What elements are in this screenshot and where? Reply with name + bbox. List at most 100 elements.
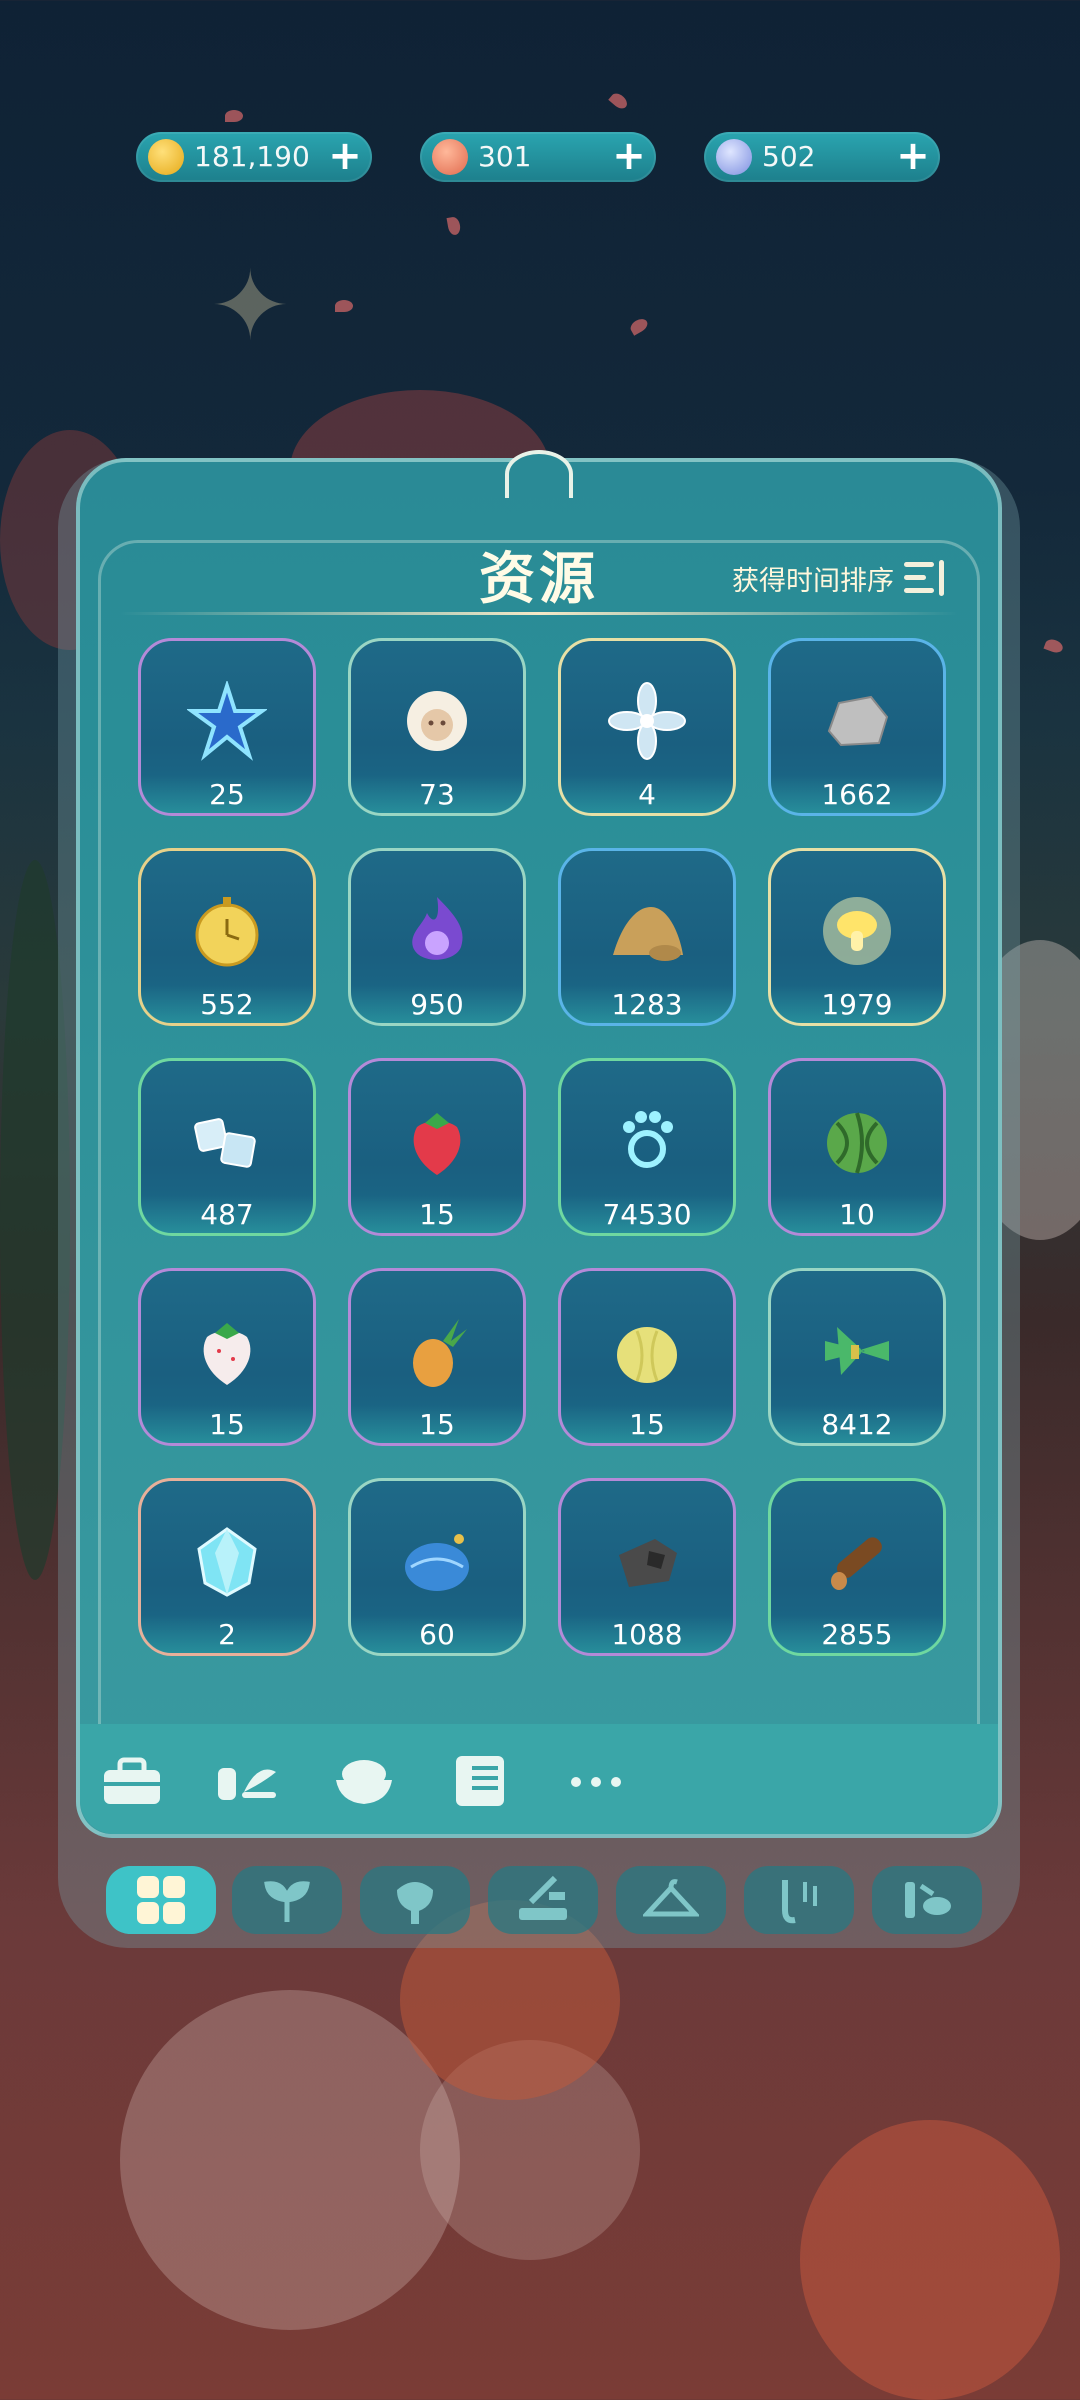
petal-decoration xyxy=(225,110,243,122)
tab-clothing[interactable] xyxy=(616,1866,726,1934)
stone-icon xyxy=(827,695,889,747)
grass-bundle-icon xyxy=(825,1327,889,1375)
resource-tile[interactable]: 552 xyxy=(138,848,316,1026)
sand-pile-icon xyxy=(613,907,683,961)
star-crystal-icon xyxy=(187,681,267,761)
item-count: 15 xyxy=(419,1198,455,1231)
item-count: 950 xyxy=(410,988,464,1021)
category-bar xyxy=(80,1724,998,1834)
resource-tile[interactable]: 74530 xyxy=(558,1058,736,1236)
music-icon xyxy=(782,1880,817,1924)
resource-tile[interactable]: 2 xyxy=(138,1478,316,1656)
title-divider xyxy=(120,612,958,615)
strawberry-icon xyxy=(413,1113,461,1175)
add-flower-gem-button[interactable]: + xyxy=(612,136,646,176)
item-count: 1088 xyxy=(611,1618,683,1651)
fish-tool-icon xyxy=(905,1882,951,1918)
resource-tile[interactable]: 25 xyxy=(138,638,316,816)
resource-tile[interactable]: 15 xyxy=(138,1268,316,1446)
petal-decoration xyxy=(335,300,353,312)
item-count: 73 xyxy=(419,778,455,811)
flower-gem-value: 301 xyxy=(478,140,532,173)
item-count: 2855 xyxy=(821,1618,893,1651)
item-count: 74530 xyxy=(602,1198,692,1231)
wood-log-icon xyxy=(831,1537,882,1590)
crystal-flower-icon xyxy=(608,682,686,760)
tab-music[interactable] xyxy=(744,1866,854,1934)
sparkle-icon: ✦ xyxy=(210,250,291,362)
resource-tile[interactable]: 950 xyxy=(348,848,526,1026)
hanger-icon xyxy=(643,1879,699,1917)
gold-coin-value: 181,190 xyxy=(194,140,310,173)
melon-icon xyxy=(617,1327,677,1383)
resource-tile[interactable]: 1088 xyxy=(558,1478,736,1656)
food-bowl-icon[interactable] xyxy=(330,1752,398,1810)
bg-flower-white xyxy=(420,2040,640,2260)
ice-cube-icon xyxy=(194,1118,256,1168)
item-count: 10 xyxy=(839,1198,875,1231)
item-count: 8412 xyxy=(821,1408,893,1441)
petal-decoration xyxy=(1043,637,1065,655)
add-moon-token-button[interactable]: + xyxy=(896,136,930,176)
item-count: 552 xyxy=(200,988,254,1021)
item-count: 60 xyxy=(419,1618,455,1651)
tab-resources[interactable] xyxy=(106,1866,216,1934)
grid-icon xyxy=(137,1876,185,1924)
item-count: 2 xyxy=(218,1618,236,1651)
item-count: 15 xyxy=(209,1408,245,1441)
item-count: 1662 xyxy=(821,778,893,811)
item-count: 15 xyxy=(419,1408,455,1441)
item-count: 1979 xyxy=(821,988,893,1021)
tab-decor[interactable] xyxy=(360,1866,470,1934)
resource-tile[interactable]: 1283 xyxy=(558,848,736,1026)
workbench-icon xyxy=(519,1875,567,1920)
resource-tile[interactable]: 60 xyxy=(348,1478,526,1656)
watermelon-icon xyxy=(827,1112,887,1174)
resource-tile[interactable]: 73 xyxy=(348,638,526,816)
more-icon[interactable] xyxy=(562,1752,630,1810)
pineapple-icon xyxy=(413,1319,467,1387)
resource-panel: 资源 获得时间排序 25 73 4 1662 552 950 1283 1979… xyxy=(76,450,1002,1838)
add-gold-button[interactable]: + xyxy=(328,136,362,176)
petal-decoration xyxy=(628,316,650,336)
gold-coin-counter: 181,190 + xyxy=(136,132,372,182)
recipe-book-icon[interactable] xyxy=(446,1752,514,1810)
bg-flower-white xyxy=(120,1990,460,2330)
resource-tile[interactable]: 4 xyxy=(558,638,736,816)
gold-coin-icon xyxy=(148,139,184,175)
lantern-icon xyxy=(397,1882,433,1924)
toolbox-icon[interactable] xyxy=(98,1752,166,1810)
resource-tile[interactable]: 1979 xyxy=(768,848,946,1026)
sort-button[interactable]: 获得时间排序 xyxy=(732,558,950,598)
coal-icon xyxy=(619,1539,677,1587)
moon-token-icon xyxy=(716,139,752,175)
item-count: 487 xyxy=(200,1198,254,1231)
resource-tile[interactable]: 15 xyxy=(558,1268,736,1446)
sheep-wool-icon xyxy=(407,691,467,751)
glowing-mushroom-icon xyxy=(823,897,891,965)
petal-decoration xyxy=(608,90,630,112)
blue-leaf-bundle-icon xyxy=(405,1534,469,1591)
resource-tile[interactable]: 8412 xyxy=(768,1268,946,1446)
tab-plants[interactable] xyxy=(232,1866,342,1934)
petal-decoration xyxy=(446,216,462,236)
resource-tile[interactable]: 1662 xyxy=(768,638,946,816)
bg-flower-orange xyxy=(800,2120,1060,2400)
moon-token-value: 502 xyxy=(762,140,816,173)
resource-tile[interactable]: 2855 xyxy=(768,1478,946,1656)
resource-tile[interactable]: 15 xyxy=(348,1058,526,1236)
resource-grid: 25 73 4 1662 552 950 1283 1979 487 15 74… xyxy=(80,638,998,1684)
resource-tile[interactable]: 10 xyxy=(768,1058,946,1236)
resource-tile[interactable]: 487 xyxy=(138,1058,316,1236)
resource-tile[interactable]: 15 xyxy=(348,1268,526,1446)
crest-ornament xyxy=(505,450,573,498)
tab-crafting[interactable] xyxy=(488,1866,598,1934)
flower-gem-icon xyxy=(432,139,468,175)
flower-gem-counter: 301 + xyxy=(420,132,656,182)
moon-token-counter: 502 + xyxy=(704,132,940,182)
seedling-icon xyxy=(264,1881,310,1922)
tab-fishing[interactable] xyxy=(872,1866,982,1934)
pocket-watch-icon xyxy=(195,897,259,967)
sprout-tag-icon[interactable] xyxy=(214,1752,282,1810)
item-count: 4 xyxy=(638,778,656,811)
